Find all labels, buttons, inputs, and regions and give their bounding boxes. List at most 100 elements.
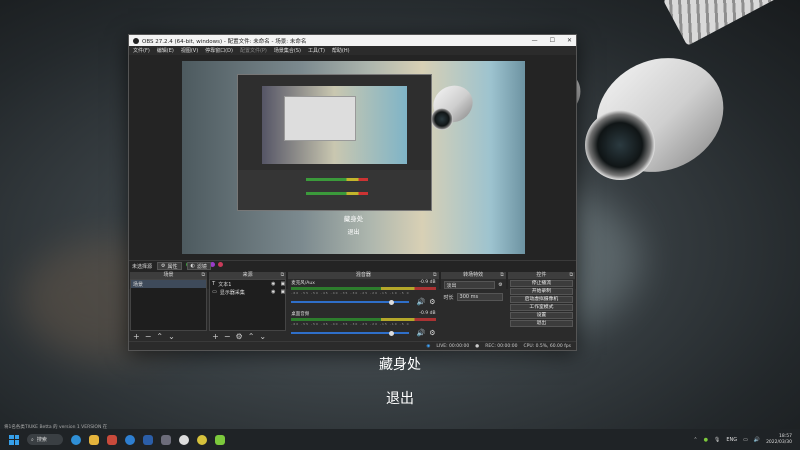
- gear-icon[interactable]: ⚙: [429, 329, 435, 337]
- filters-button[interactable]: ◐ 滤镜: [186, 262, 211, 270]
- source-item-monitor[interactable]: ▭ 显示器采集 ◉ ▣: [210, 288, 285, 296]
- lock-icon[interactable]: ▣: [281, 281, 286, 287]
- dock-settings-icon[interactable]: ⧉: [433, 272, 437, 279]
- stop-streaming-button[interactable]: 停止播流: [509, 280, 574, 287]
- source-item-text[interactable]: T 文本1 ◉ ▣: [210, 280, 285, 288]
- obs-window[interactable]: OBS 27.2.4 (64-bit, windows) - 配置文件: 未命名…: [128, 34, 577, 351]
- transition-type-select[interactable]: 淡出: [443, 281, 496, 289]
- exit-button[interactable]: 退出: [509, 320, 574, 327]
- source-settings-button[interactable]: ⚙: [236, 332, 243, 341]
- add-source-button[interactable]: +: [212, 332, 219, 341]
- search-icon: ⌕: [31, 436, 34, 443]
- menu-help[interactable]: 帮助(H): [332, 47, 350, 54]
- menu-view[interactable]: 视图(V): [181, 47, 198, 54]
- text-icon: T: [212, 281, 216, 287]
- gear-icon[interactable]: ⚙: [429, 298, 435, 306]
- move-up-button[interactable]: ⌃: [156, 332, 163, 341]
- app-icon-yellow[interactable]: [197, 434, 207, 445]
- preview-canvas[interactable]: 藏身处 退出: [182, 61, 525, 254]
- title-bar[interactable]: OBS 27.2.4 (64-bit, windows) - 配置文件: 未命名…: [129, 35, 576, 46]
- dock-row: 场景 ⧉ 场景 + − ⌃ ⌄ 来源 ⧉ T 文本1 ◉ ▣ ▭ 显示器采集 ◉ ▣ + − ⚙…: [129, 272, 576, 342]
- move-down-button[interactable]: ⌄: [259, 332, 266, 341]
- window-title: OBS 27.2.4 (64-bit, windows) - 配置文件: 未命名…: [142, 38, 307, 45]
- channel-name: 麦克风/Aux: [291, 281, 315, 286]
- volume-meter: [291, 318, 436, 321]
- nested-obs-screenshot: [237, 74, 432, 211]
- windows-start-icon[interactable]: [9, 434, 19, 445]
- volume-slider[interactable]: [291, 299, 409, 305]
- remove-scene-button[interactable]: −: [145, 332, 152, 341]
- volume-slider-handle[interactable]: [388, 299, 394, 305]
- network-icon[interactable]: ▭: [743, 437, 748, 443]
- volume-icon[interactable]: 🔊: [754, 437, 760, 443]
- overlay-exit-link[interactable]: 退出: [0, 388, 800, 408]
- meter-scale: -60 -55 -50 -45 -40 -35 -30 -25 -20 -15 …: [291, 291, 410, 295]
- cpu-status: CPU: 0.5%, 60.00 fps: [523, 343, 572, 349]
- app-icon-dark[interactable]: [143, 434, 153, 445]
- move-down-button[interactable]: ⌄: [168, 332, 175, 341]
- menu-profile[interactable]: 配置文件(P): [240, 47, 267, 54]
- add-scene-button[interactable]: +: [133, 332, 140, 341]
- visibility-eye-icon[interactable]: ◉: [271, 281, 275, 287]
- edge-browser-icon[interactable]: [71, 434, 81, 445]
- settings-button[interactable]: 设置: [509, 312, 574, 319]
- app-icon-green[interactable]: [215, 434, 225, 445]
- studio-mode-button[interactable]: 工作室模式: [509, 304, 574, 311]
- volume-slider-handle[interactable]: [388, 330, 394, 336]
- volume-meter: [291, 287, 436, 290]
- monitor-icon: ▭: [212, 289, 217, 295]
- status-bar: ◉ LIVE: 00:00:00 ● REC: 00:00:00 CPU: 0.…: [129, 341, 576, 350]
- duration-input[interactable]: 300 ms: [456, 293, 503, 301]
- microphone-icon[interactable]: 🎙: [714, 437, 720, 443]
- sources-dock: 来源 ⧉ T 文本1 ◉ ▣ ▭ 显示器采集 ◉ ▣ + − ⚙ ⌃ ⌄: [209, 272, 287, 342]
- nested-meter: [306, 178, 368, 181]
- scenes-dock: 场景 ⧉ 场景 + − ⌃ ⌄: [130, 272, 208, 342]
- chevron-up-icon[interactable]: ⌃: [693, 437, 697, 443]
- file-explorer-icon[interactable]: [89, 434, 99, 445]
- maximize-button[interactable]: ☐: [550, 37, 555, 44]
- scenes-list: 场景: [130, 279, 208, 331]
- source-toolbar: 未选择源 ⚙ 属性 ◐ 滤镜: [129, 260, 576, 271]
- minimize-button[interactable]: —: [532, 37, 538, 44]
- visibility-eye-icon[interactable]: ◉: [271, 289, 275, 295]
- meter-scale: -60 -55 -50 -45 -40 -35 -30 -25 -20 -15 …: [291, 322, 410, 326]
- language-indicator[interactable]: ENG: [726, 437, 737, 443]
- game-icon[interactable]: [161, 434, 171, 445]
- dock-settings-icon[interactable]: ⧉: [281, 272, 285, 279]
- rec-indicator-icon: ●: [475, 343, 480, 349]
- volume-slider[interactable]: [291, 330, 409, 336]
- lock-icon[interactable]: ▣: [281, 289, 286, 295]
- controls-header: 控件 ⧉: [507, 272, 576, 279]
- app-icon-blue[interactable]: [125, 434, 135, 445]
- start-recording-button[interactable]: 开始录制: [509, 288, 574, 295]
- nvidia-icon[interactable]: ●: [704, 437, 708, 443]
- menu-edit[interactable]: 编辑(E): [157, 47, 174, 54]
- dock-settings-icon[interactable]: ⧉: [202, 272, 206, 279]
- taskbar-search-box[interactable]: ⌕ 搜索: [27, 434, 63, 445]
- move-up-button[interactable]: ⌃: [248, 332, 255, 341]
- scene-item[interactable]: 场景: [131, 280, 207, 288]
- transitions-header: 转场特效 ⧉: [440, 272, 506, 279]
- taskbar: ⌕ 搜索 ⌃ ● 🎙 ENG ▭ 🔊 18:57 2022/03/30: [0, 429, 800, 450]
- menu-tools[interactable]: 工具(T): [308, 47, 325, 54]
- dock-settings-icon[interactable]: ⧉: [500, 272, 504, 279]
- preview-caption-exit: 退出: [347, 229, 360, 236]
- search-label: 搜索: [36, 437, 47, 443]
- menu-file[interactable]: 文件(F): [133, 47, 150, 54]
- store-icon[interactable]: [107, 434, 117, 445]
- close-button[interactable]: ✕: [567, 37, 572, 44]
- gear-icon[interactable]: ⚙: [498, 282, 502, 288]
- remove-source-button[interactable]: −: [224, 332, 231, 341]
- properties-button[interactable]: ⚙ 属性: [157, 262, 182, 270]
- clock[interactable]: 18:57 2022/03/30: [766, 434, 792, 446]
- sources-header: 来源 ⧉: [209, 272, 287, 279]
- mixer-channel-desktop: 桌面音频 -0.9 dB -60 -55 -50 -45 -40 -35 -30 …: [288, 310, 438, 337]
- menu-scene-collection[interactable]: 场景集合(S): [274, 47, 301, 54]
- nested-meter: [306, 192, 368, 195]
- dock-settings-icon[interactable]: ⧉: [569, 272, 573, 279]
- obs-taskbar-icon[interactable]: [179, 434, 189, 445]
- start-virtual-camera-button[interactable]: 启动虚拟摄像机: [509, 296, 574, 303]
- speaker-icon[interactable]: 🔊: [417, 329, 426, 337]
- speaker-icon[interactable]: 🔊: [417, 298, 426, 306]
- menu-docks[interactable]: 停靠窗口(D): [205, 47, 233, 54]
